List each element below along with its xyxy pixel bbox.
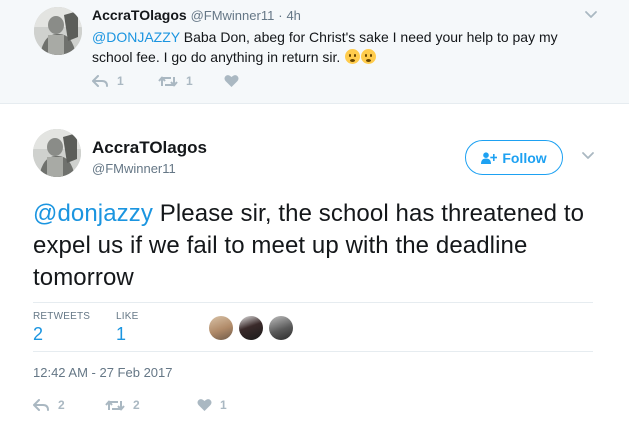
parent-like-button[interactable] — [224, 74, 247, 88]
like-button[interactable]: 1 — [197, 398, 227, 412]
follow-button[interactable]: Follow — [465, 140, 563, 175]
like-count: 1 — [220, 398, 227, 412]
tweet-timestamp[interactable]: 12:42 AM - 27 Feb 2017 — [33, 365, 172, 380]
add-user-icon — [481, 151, 498, 164]
likes-label: LIKE — [116, 311, 139, 322]
tweet-actions: 2 2 1 — [33, 398, 227, 412]
retweets-label: RETWEETS — [33, 311, 91, 322]
frowning-face-emoji-icon — [345, 49, 361, 64]
mention-link[interactable]: @donjazzy — [33, 200, 153, 227]
liker-avatar[interactable] — [239, 316, 263, 340]
parent-author-handle[interactable]: @FMwinner11 — [191, 8, 275, 23]
parent-tweet-actions: 1 1 — [92, 74, 247, 88]
parent-tweet[interactable]: AccraTOlagos @FMwinner11 · 4h @DONJAZZY … — [0, 0, 629, 104]
retweets-stat[interactable]: RETWEETS 2 — [33, 311, 90, 345]
parent-author-name[interactable]: AccraTOlagos — [92, 7, 187, 23]
likes-stat[interactable]: LIKE 1 — [116, 311, 138, 345]
author-name[interactable]: AccraTOlagos — [92, 138, 207, 158]
parent-retweet-button[interactable]: 1 — [158, 74, 224, 88]
tweet-text: @donjazzy Please sir, the school has thr… — [33, 198, 613, 294]
heart-icon — [197, 399, 212, 411]
reply-button[interactable]: 2 — [33, 398, 105, 412]
retweets-value: 2 — [33, 324, 44, 344]
chevron-down-icon[interactable] — [581, 151, 595, 161]
reply-icon — [92, 74, 108, 87]
retweet-icon — [158, 76, 178, 86]
retweet-count: 2 — [133, 398, 140, 412]
parent-mention-link[interactable]: @DONJAZZY — [92, 29, 180, 45]
follow-button-label: Follow — [502, 149, 547, 166]
parent-reply-button[interactable]: 1 — [92, 74, 158, 88]
tweet-stats: RETWEETS 2 LIKE 1 — [33, 302, 593, 352]
reply-count: 2 — [58, 398, 65, 412]
parent-reply-count: 1 — [117, 74, 124, 88]
retweet-icon — [105, 400, 125, 410]
author-avatar[interactable] — [33, 129, 81, 177]
parent-tweet-text: @DONJAZZY Baba Don, abeg for Christ's sa… — [92, 27, 582, 67]
liker-avatars — [209, 316, 299, 340]
frowning-face-emoji-icon — [361, 49, 377, 64]
parent-avatar[interactable] — [34, 7, 82, 55]
liker-avatar[interactable] — [209, 316, 233, 340]
parent-tweet-header: AccraTOlagos @FMwinner11 · 4h — [92, 7, 301, 23]
author-handle[interactable]: @FMwinner11 — [92, 161, 176, 176]
parent-chevron-down-icon[interactable] — [584, 10, 598, 20]
retweet-button[interactable]: 2 — [105, 398, 197, 412]
parent-retweet-count: 1 — [186, 74, 193, 88]
header-separator: · — [278, 8, 283, 23]
liker-avatar[interactable] — [269, 316, 293, 340]
reply-icon — [33, 398, 49, 411]
likes-value: 1 — [116, 324, 127, 344]
parent-tweet-time[interactable]: 4h — [286, 8, 300, 23]
heart-icon — [224, 75, 239, 87]
